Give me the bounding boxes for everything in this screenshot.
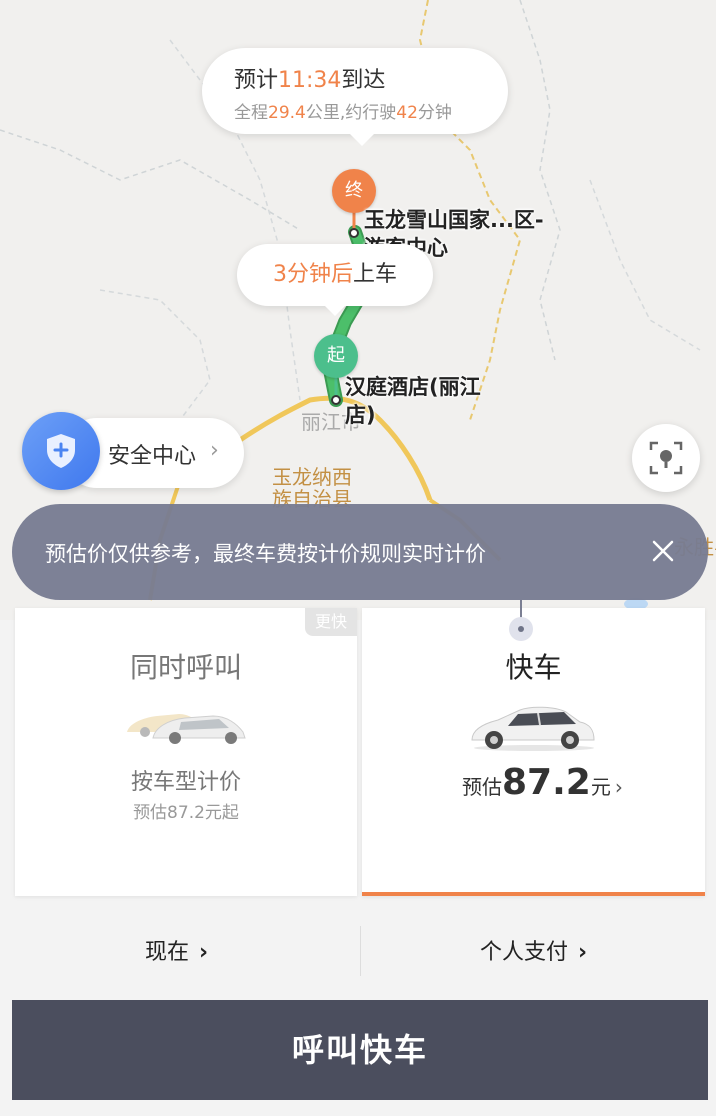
close-icon[interactable] (652, 540, 674, 562)
trip-distance: 29.4 (268, 103, 306, 123)
eta-bubble: 预计11:34到达 全程29.4公里,约行驶42分钟 (202, 48, 508, 146)
origin-name: 汉庭酒店(丽江店) (345, 375, 481, 427)
connector-dot (509, 617, 533, 641)
price-notice-banner: 预估价仅供参考，最终车费按计价规则实时计价 (12, 504, 708, 600)
payment-method-selector[interactable]: 个人支付 › (480, 934, 587, 966)
shield-icon (22, 412, 100, 490)
safety-center-label: 安全中心 (108, 444, 197, 469)
pricing-mode: 按车型计价 (130, 770, 241, 795)
estimate-from: 预估87.2元起 (133, 803, 239, 823)
pickup-time: 3分钟后 (272, 262, 353, 287)
eta-time: 11:34 (278, 68, 342, 93)
locate-icon (649, 441, 683, 475)
eta-line: 预计11:34到达 (234, 68, 386, 93)
pickup-bubble: 3分钟后上车 (237, 244, 433, 316)
chevron-right-icon: › (578, 940, 588, 965)
express-car-card[interactable]: 快车 预估87.2元 › (362, 608, 705, 896)
locate-button[interactable] (632, 424, 700, 492)
trip-minutes: 42 (396, 103, 418, 123)
chevron-right-icon: › (210, 438, 219, 463)
divider (360, 926, 361, 976)
call-express-button[interactable]: 呼叫快车 (12, 1000, 708, 1100)
safety-center-button[interactable]: 安全中心 › (22, 412, 244, 490)
estimated-price: 预估87.2元 › (462, 762, 623, 803)
price-notice-text: 预估价仅供参考，最终车费按计价规则实时计价 (45, 542, 486, 566)
card-title: 同时呼叫 (129, 651, 242, 684)
selected-indicator (362, 892, 705, 896)
departure-time-selector[interactable]: 现在 › (145, 934, 208, 966)
payment-method-label: 个人支付 (480, 940, 569, 965)
chevron-right-icon: › (199, 940, 209, 965)
departure-time-label: 现在 (145, 940, 190, 965)
card-title: 快车 (505, 651, 562, 684)
faster-badge: 更快 (305, 608, 357, 636)
trip-summary: 全程29.4公里,约行驶42分钟 (234, 103, 452, 123)
car-icon (127, 714, 246, 744)
origin-pin[interactable]: 起 (314, 334, 358, 378)
price-value: 87.2 (502, 762, 591, 803)
simultaneous-call-card[interactable]: 更快 同时呼叫 按车型计价 预估87.2元起 (15, 608, 357, 896)
car-icon (471, 706, 595, 751)
chevron-right-icon[interactable]: › (615, 775, 623, 799)
